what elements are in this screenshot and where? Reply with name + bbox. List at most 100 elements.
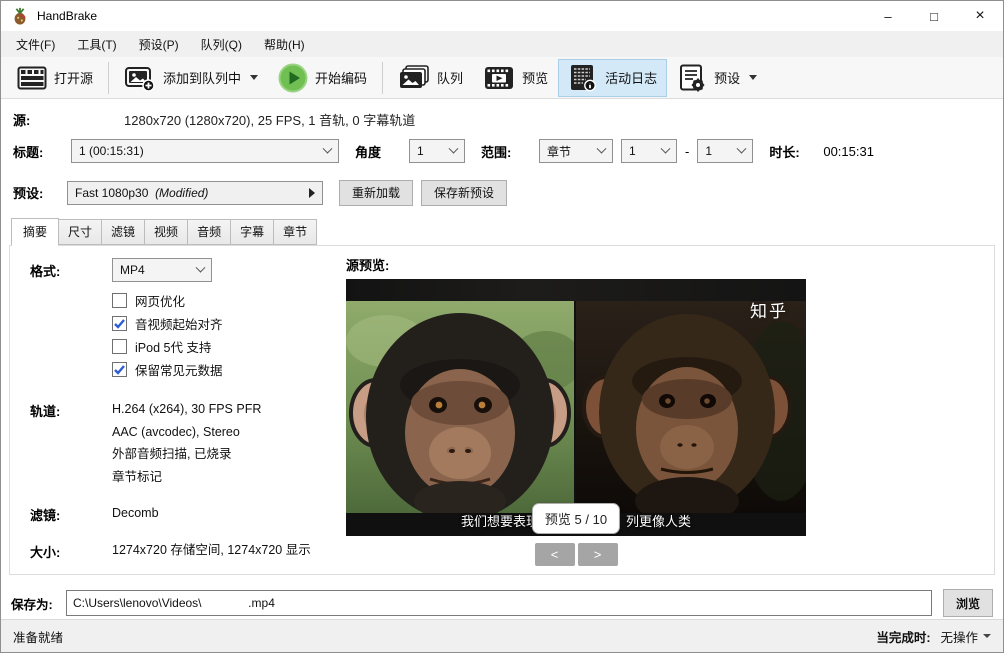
size-value: 1274x720 存储空间, 1274x720 显示 [112,539,311,562]
queue-icon [398,64,430,92]
clapperboard-icon [17,64,47,92]
preset-select[interactable]: Fast 1080p30 (Modified) [67,181,323,205]
title-select[interactable]: 1 (00:15:31) [71,139,339,163]
ipod-support-checkbox-row[interactable]: iPod 5代 支持 [112,335,223,357]
when-done-dropdown[interactable]: 无操作 [940,627,991,646]
range-type-select[interactable]: 章节 [539,139,613,163]
zhihu-watermark: 知乎 [750,297,788,322]
tab-filters[interactable]: 滤镜 [101,219,145,245]
presets-button[interactable]: 预设 [667,59,767,97]
menu-help[interactable]: 帮助(H) [253,31,316,57]
tab-subtitles[interactable]: 字幕 [230,219,274,245]
preset-modified: (Modified) [155,186,208,200]
title-label: 标题: [13,142,59,161]
when-done-label: 当完成时: [876,627,930,646]
add-to-queue-icon [124,64,156,92]
format-label: 格式: [30,258,112,380]
filters-label: 滤镜: [30,502,112,525]
preview-counter-tooltip: 预览 5 / 10 [532,503,620,534]
tab-audio[interactable]: 音频 [187,219,231,245]
duration-value: 00:15:31 [823,144,874,159]
handbrake-logo-icon [11,7,29,25]
title-bar: HandBrake – □ × [1,1,1003,31]
save-as-label: 保存为: [11,594,66,613]
status-text: 准备就绪 [13,627,63,646]
angle-label: 角度 [355,142,401,161]
source-label: 源: [13,110,59,129]
tracks-label: 轨道: [30,398,112,488]
source-row: 源: 1280x720 (1280x720), 25 FPS, 1 音轨, 0 … [13,109,1003,129]
save-new-preset-button[interactable]: 保存新预设 [421,180,507,206]
source-info: 1280x720 (1280x720), 25 FPS, 1 音轨, 0 字幕轨… [124,110,415,129]
angle-select[interactable]: 1 [409,139,465,163]
chevron-down-icon [983,634,991,638]
chevron-down-icon [661,143,671,153]
save-row: 保存为: 浏览 [11,589,993,617]
main-content: 源: 1280x720 (1280x720), 25 FPS, 1 音轨, 0 … [1,109,1003,617]
source-preview-image: 知乎 我们想要表现的 列更像人类 预览 5 / 10 [346,279,806,536]
reload-preset-button[interactable]: 重新加载 [339,180,413,206]
tab-summary[interactable]: 摘要 [11,218,59,246]
menu-queue[interactable]: 队列(Q) [190,31,253,57]
arrow-right-icon [309,188,315,198]
maximize-button[interactable]: □ [911,1,957,31]
start-encode-button[interactable]: 开始编码 [268,59,377,97]
chevron-down-icon [737,143,747,153]
cgi-ape-photo-right [576,301,806,513]
add-to-queue-button[interactable]: 添加到队列中 [114,59,268,97]
close-button[interactable]: × [957,1,1003,31]
chimp-photo-left [346,301,574,513]
format-select[interactable]: MP4 [112,258,212,282]
next-preview-button[interactable]: > [578,543,618,566]
av-align-checkbox[interactable] [112,316,127,331]
toolbar-separator [382,62,383,94]
summary-left-column: 格式: MP4 网页优化 音视频起始对齐 [10,246,346,574]
track-subtitle: 外部音频扫描, 已烧录 [112,443,261,466]
web-optimized-checkbox-row[interactable]: 网页优化 [112,289,223,311]
filters-value: Decomb [112,502,159,525]
tab-video[interactable]: 视频 [144,219,188,245]
ipod-support-checkbox[interactable] [112,339,127,354]
av-align-checkbox-row[interactable]: 音视频起始对齐 [112,312,223,334]
metadata-checkbox[interactable] [112,362,127,377]
range-to-select[interactable]: 1 [697,139,753,163]
menu-bar: 文件(F) 工具(T) 预设(P) 队列(Q) 帮助(H) [1,31,1003,57]
track-chapters: 章节标记 [112,466,261,489]
preset-label: 预设: [13,183,59,202]
chevron-down-icon [196,262,206,272]
metadata-checkbox-row[interactable]: 保留常见元数据 [112,358,223,380]
summary-panel: 格式: MP4 网页优化 音视频起始对齐 [9,245,995,575]
previous-preview-button[interactable]: < [535,543,575,566]
preview-icon [483,65,515,91]
activity-log-icon [568,63,598,93]
preview-button[interactable]: 预览 [473,59,558,97]
save-path-input[interactable] [66,590,932,616]
open-source-button[interactable]: 打开源 [7,59,103,97]
duration-label: 时长: [769,142,815,161]
window-title: HandBrake [37,9,97,23]
tab-dimensions[interactable]: 尺寸 [58,219,102,245]
presets-icon [677,63,707,93]
queue-button[interactable]: 队列 [388,59,473,97]
activity-log-button[interactable]: 活动日志 [558,59,667,97]
chevron-down-icon [323,143,333,153]
tab-chapters[interactable]: 章节 [273,219,317,245]
play-icon [278,63,308,93]
browse-button[interactable]: 浏览 [943,589,993,617]
menu-file[interactable]: 文件(F) [5,31,66,57]
chevron-down-icon [749,75,757,80]
status-bar: 准备就绪 当完成时: 无操作 [1,619,1003,652]
chevron-down-icon [449,143,459,153]
minimize-button[interactable]: – [865,1,911,31]
track-audio: AAC (avcodec), Stereo [112,421,261,444]
handbrake-window: HandBrake – □ × 文件(F) 工具(T) 预设(P) 队列(Q) … [0,0,1004,653]
menu-presets[interactable]: 预设(P) [128,31,190,57]
toolbar: 打开源 添加到队列中 开始编码 [1,57,1003,99]
preset-row: 预设: Fast 1080p30 (Modified) 重新加载 保存新预设 [13,179,1003,206]
tab-bar: 摘要 尺寸 滤镜 视频 音频 字幕 章节 [11,222,1003,245]
web-optimized-checkbox[interactable] [112,293,127,308]
menu-tools[interactable]: 工具(T) [66,31,127,57]
range-from-select[interactable]: 1 [621,139,677,163]
size-label: 大小: [30,539,112,562]
track-video: H.264 (x264), 30 FPS PFR [112,398,261,421]
